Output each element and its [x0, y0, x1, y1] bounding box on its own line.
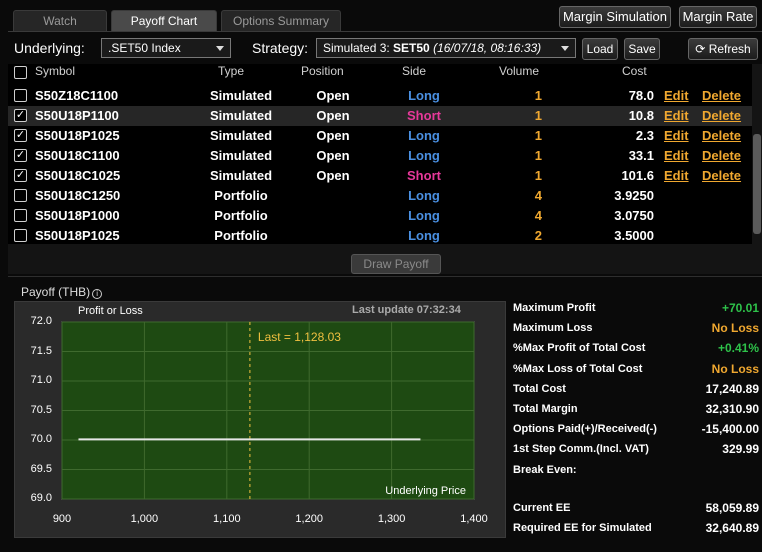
stat-value: -15,400.00 [701, 422, 759, 437]
stat-value: 329.99 [722, 442, 759, 457]
payoff-chart: Profit or Loss Last = 1,128.03 Underlyin… [61, 305, 475, 500]
x-tick-label: 1,400 [460, 513, 488, 525]
y-tick-label: 70.5 [30, 403, 52, 416]
y-tick-label: 71.0 [30, 374, 52, 386]
stat-label: 1st Step Comm.(Incl. VAT) [513, 443, 649, 456]
stat-label: Total Margin [513, 403, 578, 415]
stat-value: 32,310.90 [705, 402, 759, 416]
x-tick-label: 1,300 [377, 513, 406, 525]
stat-value: 17,240.89 [705, 381, 759, 396]
x-tick-label: 1,000 [130, 513, 159, 525]
stat-value: +0.41% [717, 341, 759, 356]
stat-value: No Loss [711, 361, 759, 376]
x-tick-label: 1,200 [295, 513, 323, 525]
x-tick-label: 1,100 [213, 513, 241, 525]
x-tick-label: 900 [52, 513, 72, 525]
stat-value: +70.01 [721, 301, 759, 315]
stat-value: No Loss [711, 321, 759, 336]
stat-label: Options Paid(+)/Received(-) [513, 423, 657, 436]
x-axis-label: Underlying Price [385, 485, 466, 497]
ee-label: Required EE for Simulated [513, 522, 652, 534]
stat-label: Break Even: [513, 463, 577, 476]
ee-label: Current EE [513, 502, 571, 514]
y-tick-label: 69.0 [30, 492, 52, 504]
y-tick-label: 70.0 [30, 433, 52, 445]
ee-value: 58,059.89 [705, 501, 759, 515]
y-tick-label: 71.5 [30, 344, 52, 357]
ee-value: 32,640.89 [705, 521, 759, 535]
stat-label: Maximum Profit [513, 302, 596, 314]
y-tick-label: 69.5 [30, 462, 52, 475]
chart-title: Profit or Loss [78, 305, 143, 317]
stat-label: %Max Profit of Total Cost [513, 342, 646, 355]
y-tick-label: 72.0 [30, 315, 52, 327]
stat-label: %Max Loss of Total Cost [513, 362, 643, 375]
last-price-label: Last = 1,128.03 [258, 330, 341, 344]
stat-label: Total Cost [513, 382, 566, 395]
stat-label: Maximum Loss [513, 322, 593, 335]
